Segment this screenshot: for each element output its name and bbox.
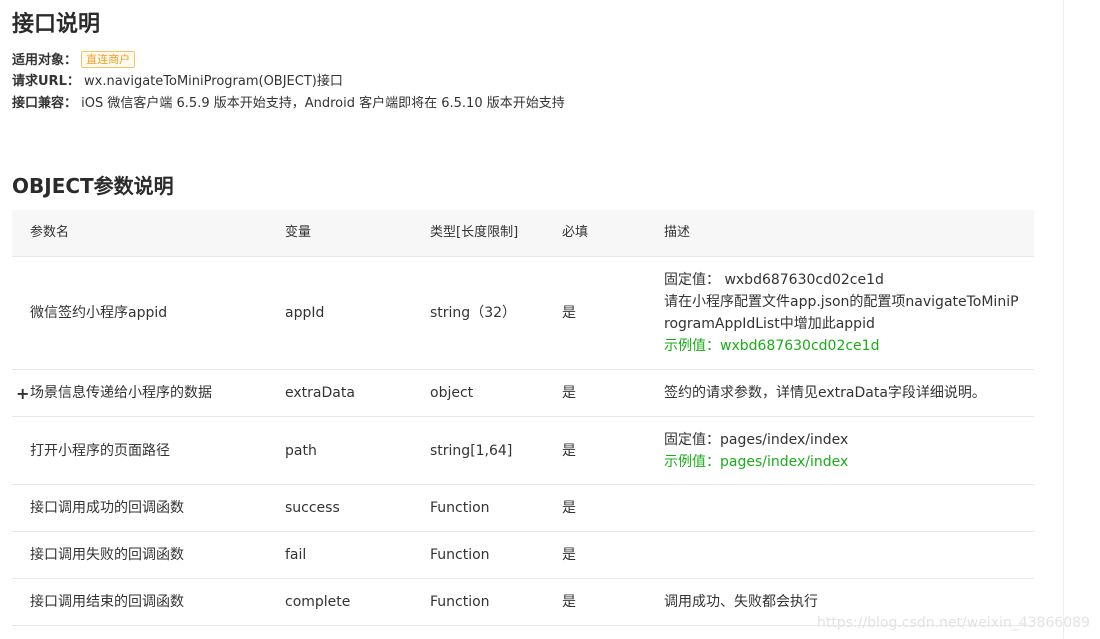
table-row: 打开小程序的页面路径 path string[1,64] 是 固定值：pages…	[12, 417, 1034, 485]
table-header-row: 参数名 变量 类型[长度限制] 必填 描述	[12, 210, 1034, 257]
param-description: 签约的请求参数，详情见extraData字段详细说明。	[664, 370, 1024, 416]
table-row: 微信签约小程序appid appId string（32） 是 固定值： wxb…	[12, 257, 1034, 370]
page-edge-divider	[1063, 0, 1064, 639]
param-variable: path	[285, 442, 317, 459]
param-variable: extraData	[285, 385, 355, 401]
watermark: https://blog.csdn.net/weixin_43866089	[816, 615, 1090, 631]
desc-line: 调用成功、失败都会执行	[664, 594, 818, 610]
param-required: 是	[562, 594, 576, 610]
param-type: Function	[430, 547, 490, 563]
param-required: 是	[562, 442, 576, 459]
desc-line: 固定值： wxbd687630cd02ce1d	[664, 272, 884, 288]
table-row: + 场景信息传递给小程序的数据 extraData object 是 签约的请求…	[12, 370, 1034, 417]
param-name: 接口调用结束的回调函数	[30, 594, 184, 610]
param-type: string[1,64]	[430, 442, 513, 459]
param-type: object	[430, 385, 474, 401]
param-variable: fail	[285, 547, 307, 563]
compat-value: iOS 微信客户端 6.5.9 版本开始支持，Android 客户端即将在 6.…	[81, 96, 565, 111]
header-param-name: 参数名	[30, 225, 70, 240]
param-variable: appId	[285, 305, 325, 321]
param-description	[664, 532, 1024, 578]
table-row: 接口调用失败的回调函数 fail Function 是	[12, 532, 1034, 579]
param-description: 固定值：pages/index/index 示例值：pages/index/in…	[664, 417, 1024, 484]
param-name: 接口调用成功的回调函数	[30, 500, 184, 516]
url-line: 请求URL： wx.navigateToMiniProgram(OBJECT)接…	[12, 73, 343, 91]
param-name: 微信签约小程序appid	[30, 305, 168, 321]
scope-badge: 直连商户	[81, 51, 136, 68]
example-value: 示例值：wxbd687630cd02ce1d	[664, 338, 880, 354]
url-label: 请求URL：	[12, 74, 80, 89]
expand-icon[interactable]: +	[16, 370, 29, 416]
param-required: 是	[562, 547, 576, 563]
desc-line: 签约的请求参数，详情见extraData字段详细说明。	[664, 385, 986, 401]
header-required: 必填	[562, 225, 589, 240]
param-variable: complete	[285, 594, 351, 610]
params-section-title: OBJECT参数说明	[12, 174, 174, 198]
header-description: 描述	[664, 225, 691, 240]
param-type: string（32）	[430, 305, 517, 321]
param-name: 打开小程序的页面路径	[30, 442, 170, 459]
example-value: 示例值：pages/index/index	[664, 453, 849, 470]
header-type: 类型[长度限制]	[430, 225, 519, 240]
desc-line: 请在小程序配置文件app.json的配置项navigateToMiniProgr…	[664, 294, 1019, 332]
desc-line: 固定值：pages/index/index	[664, 431, 849, 448]
table-row: 接口调用成功的回调函数 success Function 是	[12, 485, 1034, 532]
param-required: 是	[562, 500, 576, 516]
param-description	[664, 485, 1024, 531]
param-required: 是	[562, 385, 576, 401]
compat-label: 接口兼容：	[12, 96, 78, 111]
scope-line: 适用对象： 直连商户	[12, 51, 136, 70]
header-variable: 变量	[285, 225, 312, 240]
param-required: 是	[562, 305, 576, 321]
param-type: Function	[430, 500, 490, 516]
param-name: 场景信息传递给小程序的数据	[30, 385, 212, 401]
param-type: Function	[430, 594, 490, 610]
scope-label: 适用对象：	[12, 53, 78, 68]
param-description: 固定值： wxbd687630cd02ce1d 请在小程序配置文件app.jso…	[664, 257, 1024, 369]
compat-line: 接口兼容： iOS 微信客户端 6.5.9 版本开始支持，Android 客户端…	[12, 95, 565, 113]
params-table: 参数名 变量 类型[长度限制] 必填 描述 微信签约小程序appid appId…	[12, 210, 1034, 626]
param-variable: success	[285, 500, 340, 516]
page-title: 接口说明	[12, 12, 101, 37]
param-name: 接口调用失败的回调函数	[30, 547, 184, 563]
url-value: wx.navigateToMiniProgram(OBJECT)接口	[84, 74, 343, 89]
